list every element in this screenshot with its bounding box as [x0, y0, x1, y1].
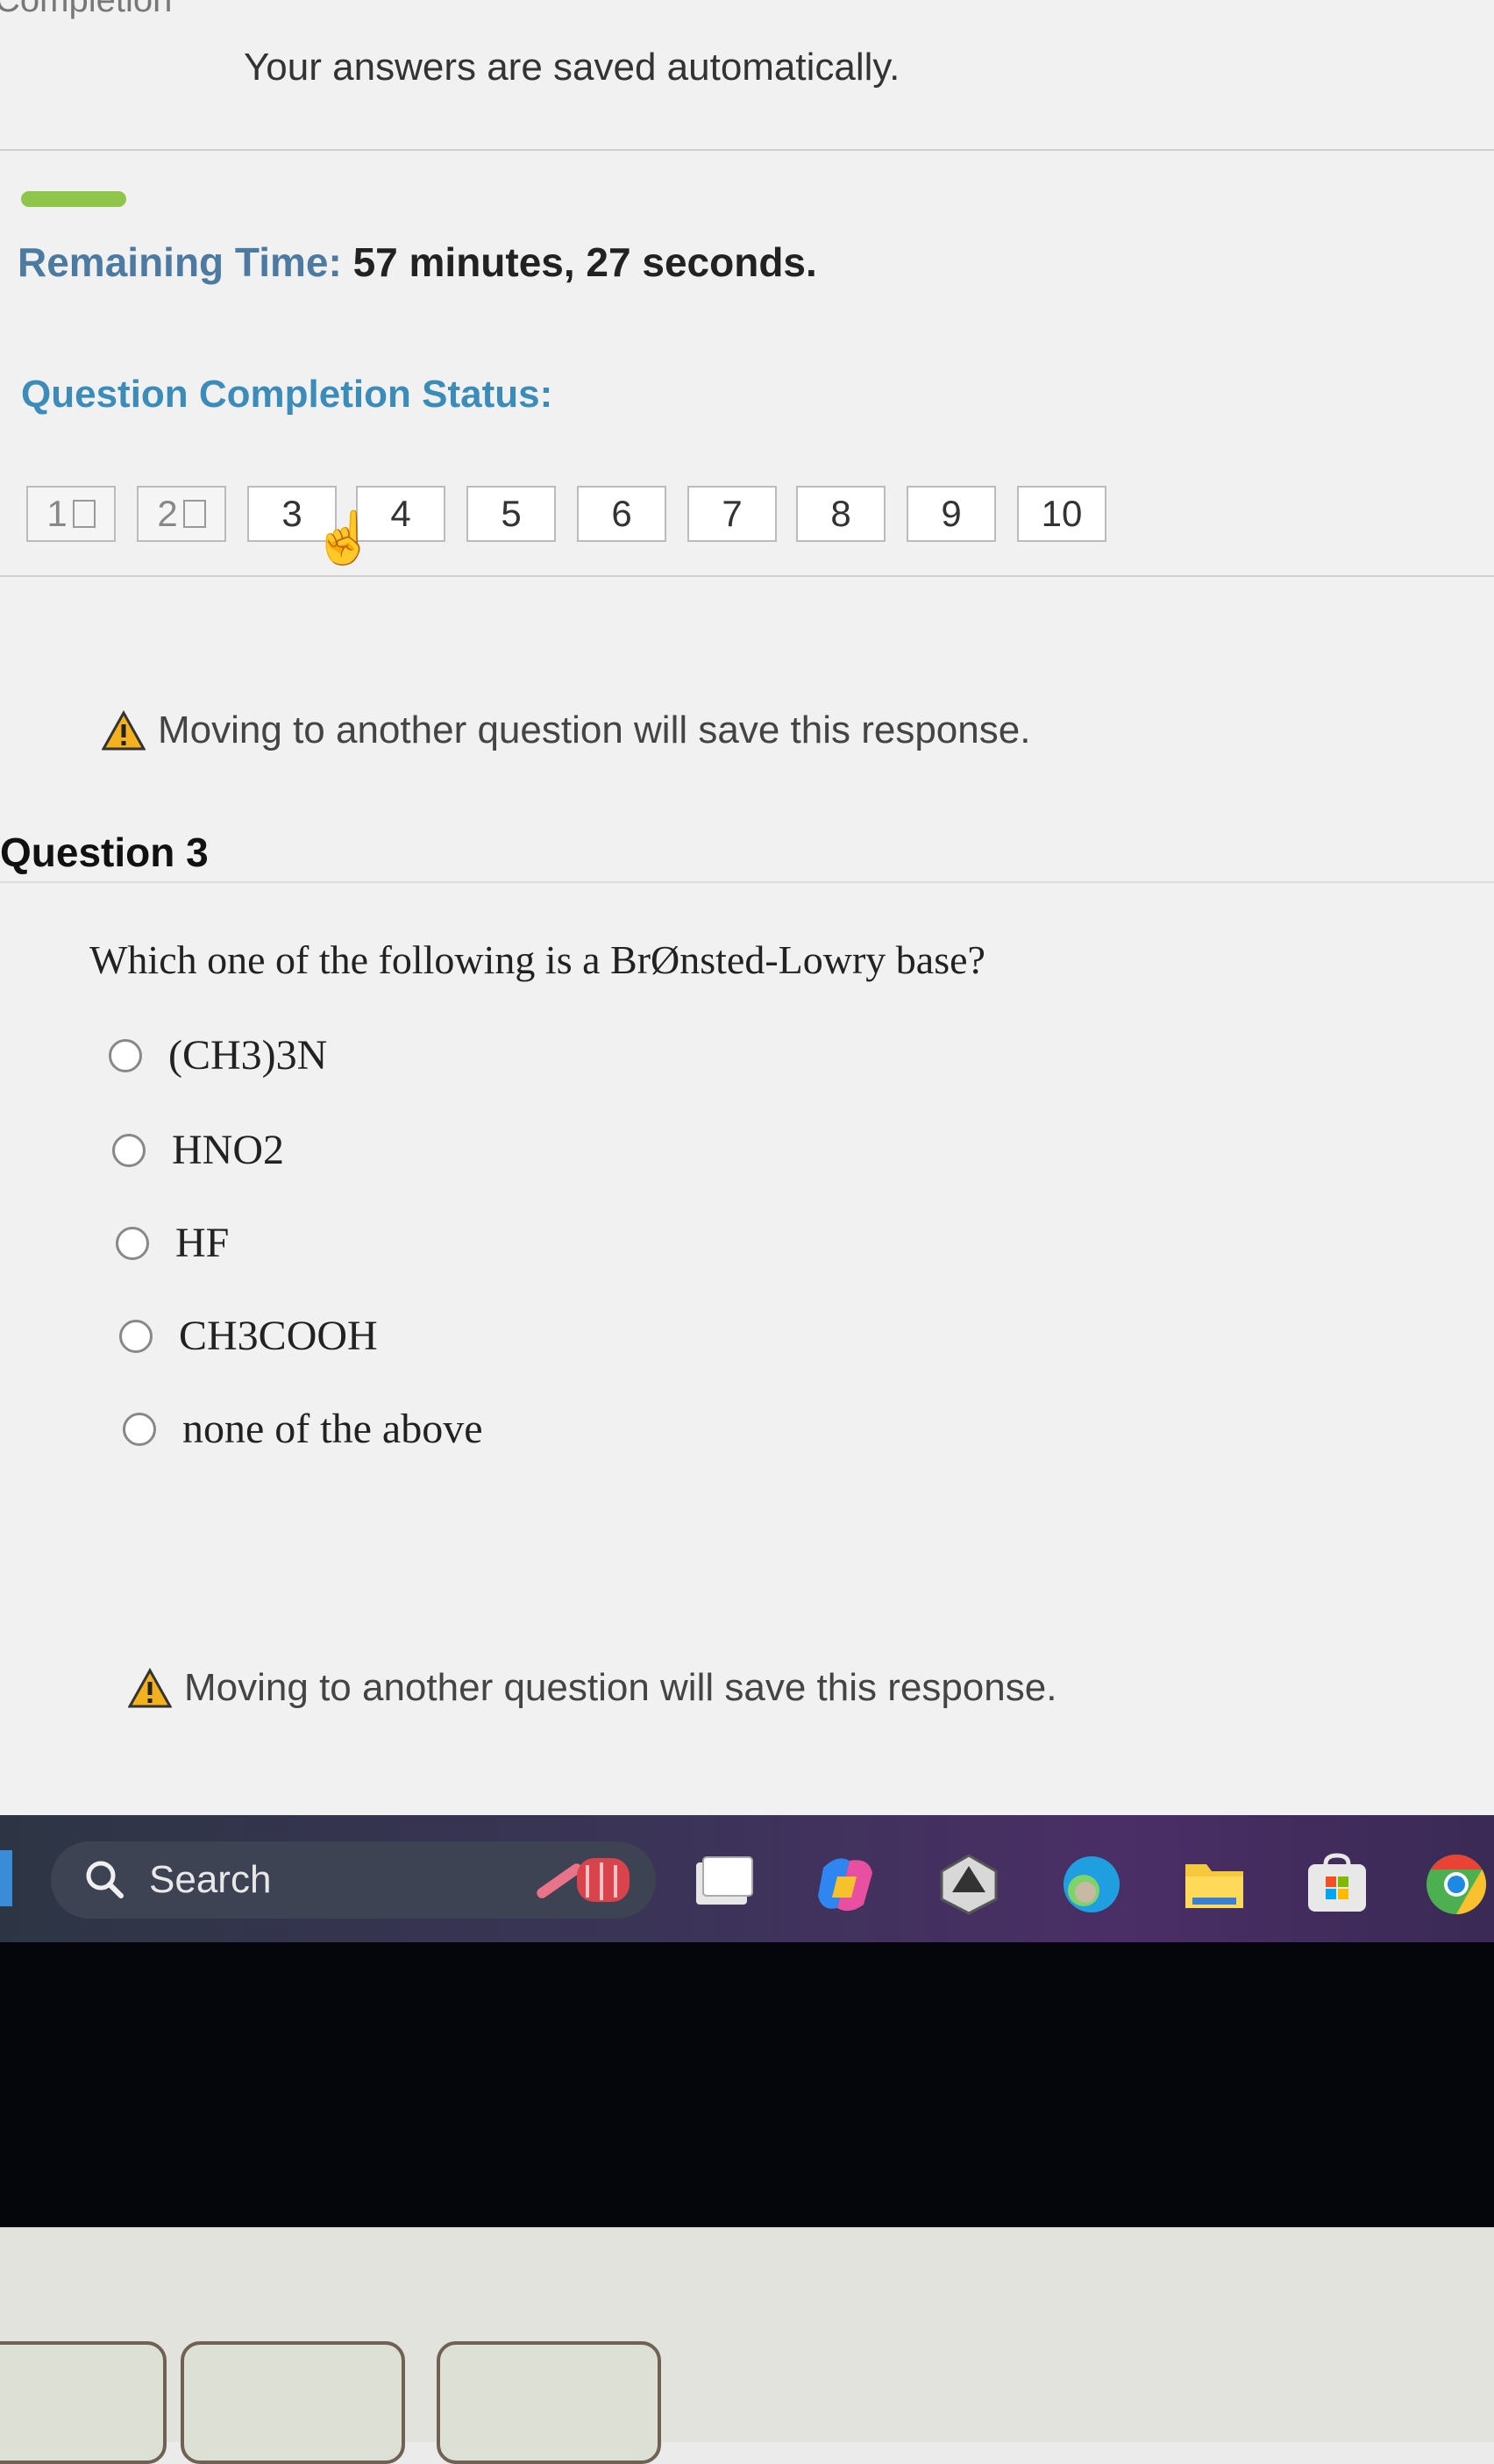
answer-option-label: HNO2: [172, 1127, 284, 1173]
answer-option-label: none of the above: [182, 1406, 483, 1452]
question-nav-2[interactable]: 2: [137, 486, 226, 542]
page-heading: Completion: [0, 0, 173, 19]
search-label: Search: [149, 1858, 272, 1901]
radio-button[interactable]: [112, 1133, 146, 1167]
warning-text: Moving to another question will save thi…: [184, 1666, 1057, 1709]
keyboard-key: [0, 2341, 167, 2464]
hand-cursor-icon: ☝: [312, 509, 376, 566]
save-warning-top: Moving to another question will save thi…: [102, 709, 1030, 752]
divider: [0, 575, 1494, 577]
warning-icon: [102, 710, 146, 751]
remaining-time: Remaining Time: 57 minutes, 27 seconds.: [18, 239, 817, 286]
answer-option[interactable]: HF: [116, 1219, 229, 1267]
start-button[interactable]: [0, 1850, 12, 1906]
chrome-icon[interactable]: [1422, 1850, 1490, 1919]
taskbar-search[interactable]: Search: [51, 1841, 656, 1919]
question-nav-6[interactable]: 6: [577, 486, 666, 542]
progress-bar: [21, 191, 126, 207]
question-text: Which one of the following is a BrØnsted…: [89, 937, 985, 982]
completion-status-label[interactable]: Question Completion Status:: [21, 373, 552, 417]
warning-text: Moving to another question will save thi…: [158, 709, 1031, 751]
question-nav-10[interactable]: 10: [1017, 486, 1106, 542]
document-icon: [182, 500, 206, 528]
laptop-keyboard: [0, 2227, 1494, 2464]
store-icon[interactable]: [1303, 1850, 1371, 1919]
autosave-note: Your answers are saved automatically.: [244, 46, 900, 89]
save-warning-bottom: Moving to another question will save thi…: [128, 1666, 1056, 1710]
search-icon: [86, 1861, 124, 1898]
remaining-time-label: Remaining Time:: [18, 239, 342, 285]
copilot-icon[interactable]: [811, 1850, 879, 1919]
radio-button[interactable]: [119, 1319, 153, 1353]
answer-option[interactable]: none of the above: [123, 1405, 483, 1453]
answer-option-label: CH3COOH: [179, 1313, 378, 1359]
radio-button[interactable]: [116, 1226, 149, 1260]
divider: [0, 881, 1494, 883]
keyboard-key: [437, 2341, 661, 2464]
question-nav-5[interactable]: 5: [466, 486, 556, 542]
taskbar: Search: [0, 1815, 1494, 1942]
question-title: Question 3: [0, 830, 209, 875]
widgets-icon[interactable]: [524, 1849, 638, 1911]
edge-icon[interactable]: [1057, 1850, 1126, 1919]
question-nav-9[interactable]: 9: [907, 486, 996, 542]
question-nav-7[interactable]: 7: [687, 486, 777, 542]
remaining-time-value: 57 minutes, 27 seconds.: [352, 239, 817, 285]
radio-button[interactable]: [109, 1038, 142, 1072]
answer-option-label: (CH3)3N: [168, 1032, 328, 1079]
browser-page: Completion Your answers are saved automa…: [0, 0, 1494, 1815]
question-nav-8[interactable]: 8: [796, 486, 886, 542]
divider: [0, 149, 1494, 151]
answer-option[interactable]: HNO2: [112, 1126, 284, 1174]
answer-option[interactable]: (CH3)3N: [109, 1031, 327, 1079]
radio-button[interactable]: [123, 1412, 156, 1446]
answer-option[interactable]: CH3COOH: [119, 1312, 378, 1360]
task-view-icon[interactable]: [689, 1850, 758, 1919]
document-icon: [72, 500, 96, 528]
warning-icon: [128, 1668, 172, 1708]
question-nav-1[interactable]: 1: [26, 486, 116, 542]
keyboard-key: [181, 2341, 405, 2464]
file-explorer-icon[interactable]: [1180, 1850, 1249, 1919]
app-icon[interactable]: [935, 1850, 1003, 1919]
answer-option-label: HF: [175, 1220, 230, 1266]
